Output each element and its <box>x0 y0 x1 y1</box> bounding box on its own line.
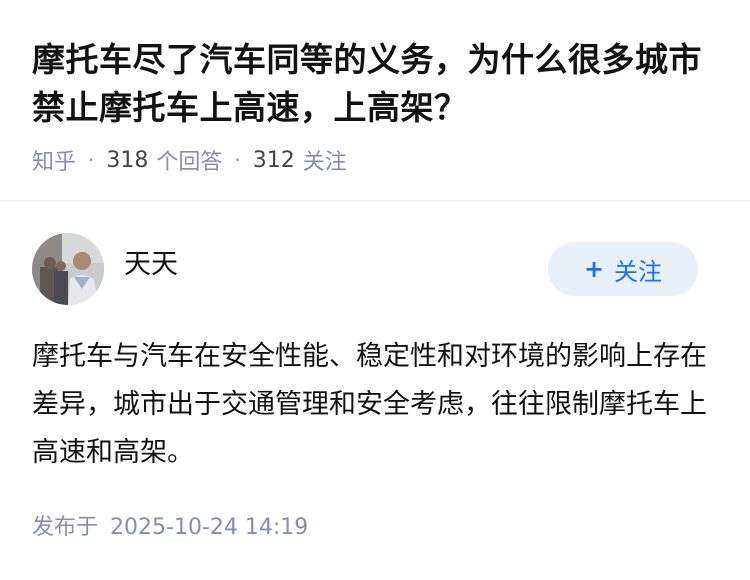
question-title[interactable]: 摩托车尽了汽车同等的义务，为什么很多城市禁止摩托车上高速，上高架？ <box>32 36 722 132</box>
question-meta: 知乎 · 318 个回答 · 312 关注 <box>32 142 347 178</box>
question-header: 摩托车尽了汽车同等的义务，为什么很多城市禁止摩托车上高速，上高架？ 知乎 · 3… <box>0 0 750 201</box>
follow-button-label: 关注 <box>614 257 663 286</box>
answer-count: 318 <box>106 147 149 173</box>
source-label[interactable]: 知乎 <box>32 144 76 176</box>
author-row: 天天 + 关注 <box>32 233 698 305</box>
meta-separator: · <box>234 148 241 172</box>
answer-count-label: 个回答 <box>156 150 223 175</box>
published-label: 发布于 <box>32 515 99 540</box>
answer-card: 天天 + 关注 摩托车与汽车在安全性能、稳定性和对环境的影响上存在差异，城市出于… <box>0 201 750 580</box>
follow-count-label: 关注 <box>302 150 347 175</box>
published-time: 发布于 2025-10-24 14:19 <box>32 512 308 544</box>
follow-button[interactable]: + 关注 <box>548 242 698 296</box>
answer-content[interactable]: 摩托车与汽车在安全性能、稳定性和对环境的影响上存在差异，城市出于交通管理和安全考… <box>32 333 712 477</box>
author-name[interactable]: 天天 <box>124 247 178 283</box>
meta-separator: · <box>88 148 95 172</box>
avatar[interactable] <box>32 233 104 305</box>
plus-icon: + <box>583 255 605 283</box>
follow-count: 312 <box>252 147 295 173</box>
published-timestamp: 2025-10-24 14:19 <box>110 515 309 540</box>
person-photo-avatar-icon <box>32 233 104 305</box>
